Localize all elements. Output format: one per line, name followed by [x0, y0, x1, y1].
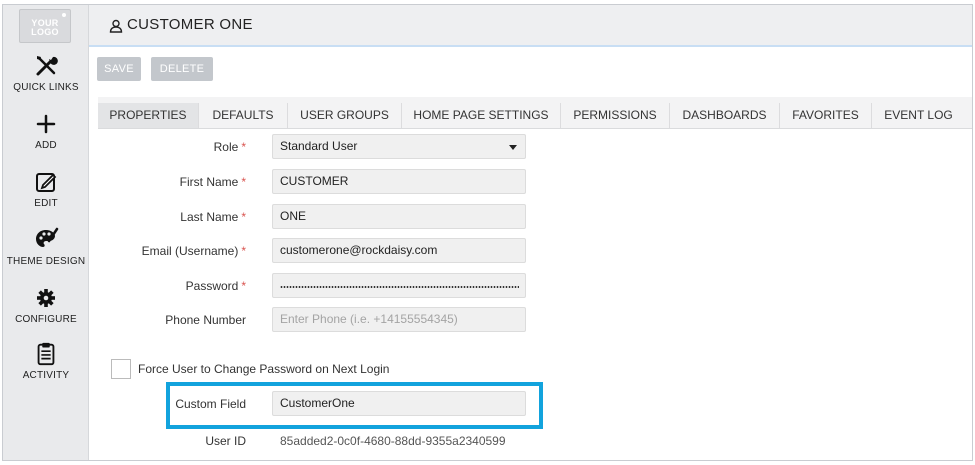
sidebar-item-label: ADD: [35, 140, 57, 151]
palette-icon: [36, 227, 59, 247]
custom-field-label: Custom Field: [175, 397, 246, 411]
gear-icon: [37, 289, 55, 307]
sidebar-item-edit[interactable]: EDIT: [3, 169, 89, 209]
plus-icon: [36, 114, 56, 134]
tools-icon: [36, 56, 58, 76]
custom-field-input[interactable]: CustomerOne: [272, 391, 526, 416]
sidebar-item-theme-design[interactable]: THEME DESIGN: [3, 227, 89, 267]
email-field[interactable]: customerone@rockdaisy.com: [272, 238, 526, 263]
role-value: Standard User: [280, 139, 358, 153]
tab-dashboards[interactable]: DASHBOARDS: [669, 103, 779, 128]
page-title: CUSTOMER ONE: [127, 16, 253, 33]
password-mask: [280, 286, 519, 288]
email-label: Email (Username) *: [141, 244, 246, 258]
logo-star-icon: [62, 13, 66, 17]
user-form: Role * Standard User First Name * CUSTOMER…: [98, 129, 972, 460]
app-window: YOUR LOGO QUICK LINKS ADD EDIT THEME DES…: [2, 4, 973, 461]
phone-label: Phone Number: [165, 313, 246, 327]
user-id-label: User ID: [205, 434, 246, 448]
sidebar-item-add[interactable]: ADD: [3, 111, 89, 151]
properties-panel: PROPERTIES DEFAULTS USER GROUPS HOME PAG…: [98, 97, 972, 460]
toolbar: SAVE DELETE: [89, 49, 972, 89]
sidebar-item-label: EDIT: [34, 198, 58, 209]
tab-home-page-settings[interactable]: HOME PAGE SETTINGS: [401, 103, 560, 128]
sidebar-item-label: QUICK LINKS: [13, 82, 79, 93]
password-field[interactable]: [272, 273, 526, 298]
tab-favorites[interactable]: FAVORITES: [779, 103, 871, 128]
first-name-label: First Name *: [179, 175, 246, 189]
tab-event-log[interactable]: EVENT LOG: [871, 103, 965, 128]
sidebar-item-label: CONFIGURE: [15, 314, 77, 325]
logo-text-line2: LOGO: [31, 27, 59, 37]
user-id-value: 85added2-0c0f-4680-88dd-9355a2340599: [280, 434, 506, 448]
chevron-down-icon: [509, 145, 517, 150]
password-label: Password *: [185, 279, 246, 293]
sidebar-item-label: ACTIVITY: [22, 370, 70, 381]
tab-properties[interactable]: PROPERTIES: [98, 103, 198, 128]
logo[interactable]: YOUR LOGO: [19, 9, 71, 43]
sidebar-item-quick-links[interactable]: QUICK LINKS: [3, 53, 89, 93]
tab-permissions[interactable]: PERMISSIONS: [560, 103, 669, 128]
tab-user-groups[interactable]: USER GROUPS: [287, 103, 401, 128]
user-icon: [109, 19, 123, 33]
delete-button[interactable]: DELETE: [151, 57, 213, 81]
last-name-field[interactable]: ONE: [272, 204, 526, 229]
sidebar-item-configure[interactable]: CONFIGURE: [3, 285, 89, 325]
sidebar-item-activity[interactable]: ACTIVITY: [3, 341, 89, 381]
first-name-field[interactable]: CUSTOMER: [272, 169, 526, 194]
sidebar: YOUR LOGO QUICK LINKS ADD EDIT THEME DES…: [3, 5, 89, 460]
phone-field[interactable]: Enter Phone (i.e. +14155554345): [272, 307, 526, 332]
clipboard-icon: [37, 342, 55, 366]
force-password-change-label: Force User to Change Password on Next Lo…: [138, 362, 390, 376]
tab-bar: PROPERTIES DEFAULTS USER GROUPS HOME PAG…: [98, 97, 972, 128]
role-select[interactable]: Standard User: [272, 134, 526, 159]
page-header: CUSTOMER ONE: [89, 5, 972, 47]
sidebar-item-label: THEME DESIGN: [6, 256, 86, 267]
force-password-change-checkbox[interactable]: [111, 359, 131, 379]
tab-defaults[interactable]: DEFAULTS: [198, 103, 287, 128]
edit-icon: [36, 173, 57, 192]
save-button[interactable]: SAVE: [97, 57, 141, 81]
last-name-label: Last Name *: [180, 210, 246, 224]
role-label: Role *: [213, 140, 246, 154]
